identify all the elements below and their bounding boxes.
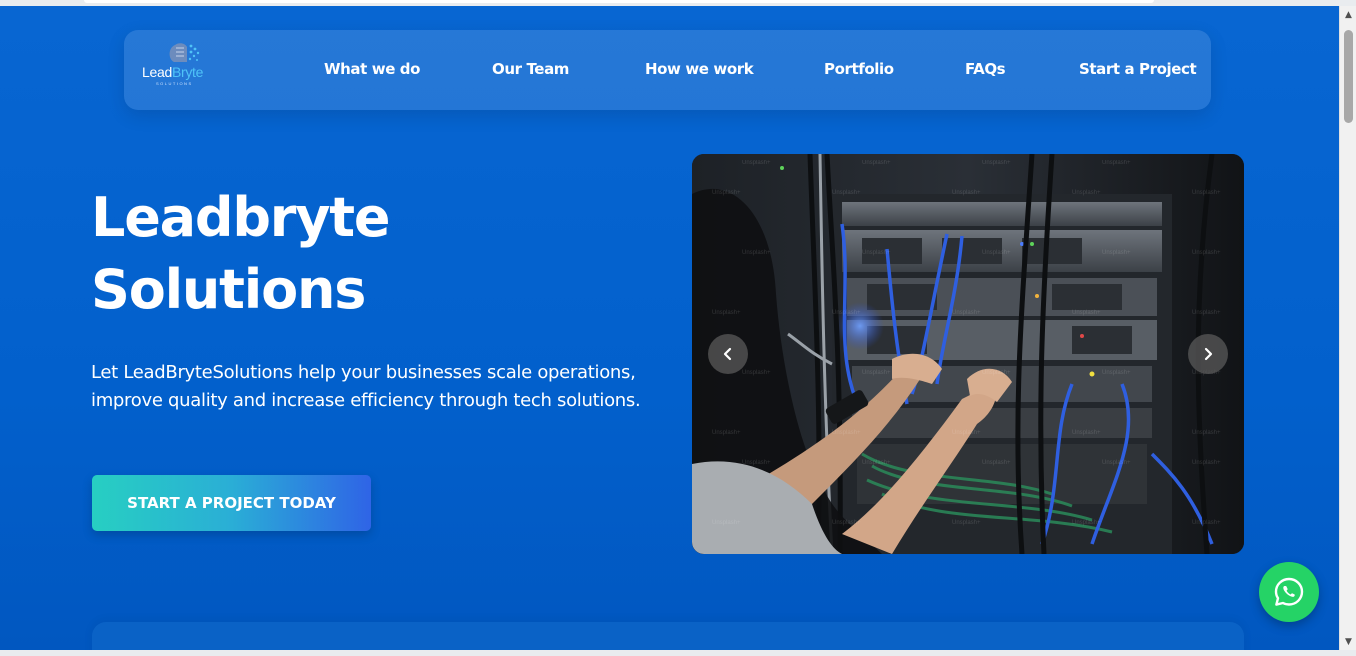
svg-text:Unsplash+: Unsplash+ (832, 520, 861, 526)
hero-description: Let LeadBryteSolutions help your busines… (91, 362, 641, 411)
svg-text:Unsplash+: Unsplash+ (1072, 430, 1101, 436)
svg-text:Unsplash+: Unsplash+ (862, 370, 891, 376)
logo-mark-icon (169, 43, 200, 62)
svg-text:Unsplash+: Unsplash+ (832, 430, 861, 436)
whatsapp-chat-button[interactable] (1259, 562, 1319, 622)
scroll-down-arrow-icon[interactable]: ▼ (1340, 633, 1356, 650)
svg-text:Unsplash+: Unsplash+ (1192, 460, 1221, 466)
svg-text:Unsplash+: Unsplash+ (742, 160, 771, 166)
svg-text:Unsplash+: Unsplash+ (1102, 460, 1131, 466)
carousel-next-button[interactable] (1188, 334, 1228, 374)
svg-text:Unsplash+: Unsplash+ (1192, 520, 1221, 526)
logo-word-part2: Bryte (171, 64, 204, 80)
svg-text:Unsplash+: Unsplash+ (952, 310, 981, 316)
svg-text:Unsplash+: Unsplash+ (1102, 250, 1131, 256)
hero-section: LeadBryte SOLUTIONS What we do Our Team … (0, 6, 1339, 650)
svg-text:Unsplash+: Unsplash+ (712, 310, 741, 316)
chevron-right-icon (1204, 347, 1213, 361)
svg-text:Unsplash+: Unsplash+ (1192, 250, 1221, 256)
svg-text:Unsplash+: Unsplash+ (1072, 310, 1101, 316)
scroll-up-arrow-icon[interactable]: ▲ (1340, 6, 1356, 23)
navbar: LeadBryte SOLUTIONS What we do Our Team … (124, 30, 1211, 110)
svg-text:Unsplash+: Unsplash+ (832, 310, 861, 316)
svg-text:Unsplash+: Unsplash+ (1192, 310, 1221, 316)
page-scrollbar[interactable]: ▲ ▼ (1339, 6, 1356, 650)
svg-text:Unsplash+: Unsplash+ (712, 430, 741, 436)
nav-link-how-we-work[interactable]: How we work (645, 60, 754, 78)
hero-title-line1: Leadbryte (91, 186, 390, 249)
svg-text:Unsplash+: Unsplash+ (742, 370, 771, 376)
svg-text:Unsplash+: Unsplash+ (952, 520, 981, 526)
top-strip-inner (84, 0, 1154, 3)
logo-wordmark: LeadBryte (142, 64, 203, 80)
browser-bottom-strip (0, 650, 1356, 656)
nav-link-start-a-project[interactable]: Start a Project (1079, 60, 1197, 78)
svg-text:Unsplash+: Unsplash+ (862, 160, 891, 166)
hero-title-line2: Solutions (91, 258, 366, 321)
svg-text:Unsplash+: Unsplash+ (742, 460, 771, 466)
svg-text:Unsplash+: Unsplash+ (982, 250, 1011, 256)
chevron-left-icon (723, 347, 732, 361)
svg-text:Unsplash+: Unsplash+ (952, 190, 981, 196)
nav-link-what-we-do[interactable]: What we do (324, 60, 420, 78)
whatsapp-icon (1274, 577, 1304, 606)
svg-text:Unsplash+: Unsplash+ (1072, 190, 1101, 196)
svg-text:Unsplash+: Unsplash+ (1102, 370, 1131, 376)
nav-link-faqs[interactable]: FAQs (965, 60, 1006, 78)
svg-text:Unsplash+: Unsplash+ (1072, 520, 1101, 526)
scroll-thumb[interactable] (1344, 30, 1353, 123)
brand-logo[interactable]: LeadBryte SOLUTIONS (142, 42, 220, 92)
server-rack-photo: Unsplash+ Unsplash+ Unsplash+ Unsplash+ Uns… (692, 154, 1244, 554)
logo-subtitle: SOLUTIONS (156, 81, 193, 86)
carousel-prev-button[interactable] (708, 334, 748, 374)
svg-text:Unsplash+: Unsplash+ (712, 520, 741, 526)
start-project-cta-button[interactable]: START A PROJECT TODAY (92, 475, 371, 531)
svg-text:Unsplash+: Unsplash+ (862, 460, 891, 466)
logo-word-part1: Lead (142, 64, 172, 80)
svg-text:Unsplash+: Unsplash+ (982, 460, 1011, 466)
nav-link-portfolio[interactable]: Portfolio (824, 60, 894, 78)
svg-text:Unsplash+: Unsplash+ (1192, 190, 1221, 196)
svg-text:Unsplash+: Unsplash+ (712, 190, 741, 196)
svg-text:Unsplash+: Unsplash+ (1192, 430, 1221, 436)
svg-text:Unsplash+: Unsplash+ (862, 250, 891, 256)
nav-link-our-team[interactable]: Our Team (492, 60, 569, 78)
next-section-card (92, 622, 1244, 650)
svg-text:Unsplash+: Unsplash+ (742, 250, 771, 256)
svg-text:Unsplash+: Unsplash+ (832, 190, 861, 196)
svg-text:Unsplash+: Unsplash+ (1102, 160, 1131, 166)
image-carousel: Unsplash+ Unsplash+ Unsplash+ Unsplash+ Uns… (692, 154, 1244, 554)
svg-text:Unsplash+: Unsplash+ (952, 430, 981, 436)
svg-text:Unsplash+: Unsplash+ (982, 370, 1011, 376)
svg-text:Unsplash+: Unsplash+ (982, 160, 1011, 166)
hero-title: Leadbryte Solutions (91, 182, 571, 326)
